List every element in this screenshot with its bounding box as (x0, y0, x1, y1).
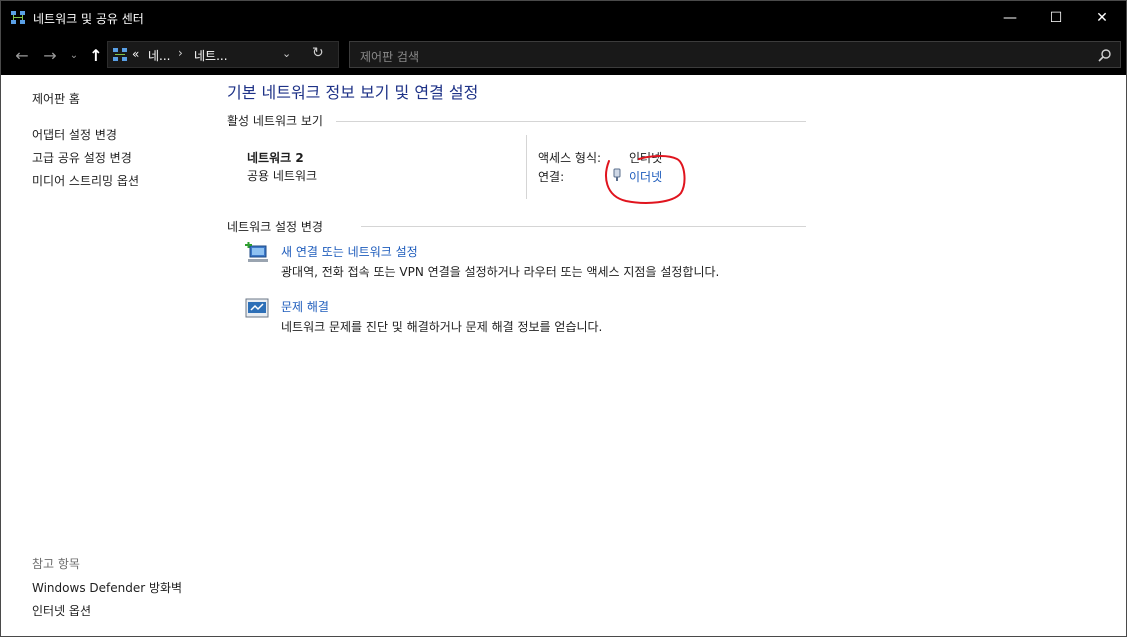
media-streaming-link[interactable]: 미디어 스트리밍 옵션 (32, 172, 139, 189)
breadcrumb-control-panel[interactable]: 네... (148, 47, 170, 64)
connection-label: 연결: (538, 170, 565, 184)
troubleshoot-description: 네트워크 문제를 진단 및 해결하거나 문제 해결 정보를 얻습니다. (281, 320, 603, 334)
network-name: 네트워크 2 (247, 151, 304, 165)
firewall-link[interactable]: Windows Defender 방화벽 (32, 579, 182, 596)
vertical-divider (526, 135, 527, 199)
recent-locations-button[interactable]: ⌄ (67, 44, 81, 66)
search-icon[interactable] (1098, 48, 1112, 62)
search-placeholder: 제어판 검색 (360, 50, 420, 64)
control-panel-home-link[interactable]: 제어판 홈 (32, 90, 80, 107)
new-connection-link[interactable]: 새 연결 또는 네트워크 설정 (281, 243, 418, 260)
forward-button[interactable]: → (39, 44, 61, 66)
active-networks-heading: 활성 네트워크 보기 (227, 114, 323, 128)
internet-options-link[interactable]: 인터넷 옵션 (32, 602, 91, 619)
network-sharing-center-window: 네트워크 및 공유 센터 — ☐ ✕ ← → ⌄ ↑ « 네... › 네트..… (0, 0, 1127, 637)
window-title: 네트워크 및 공유 센터 (33, 12, 144, 26)
access-type-value: 인터넷 (629, 151, 663, 165)
section-divider (361, 226, 806, 227)
up-button[interactable]: ↑ (85, 44, 107, 66)
section-divider (336, 121, 806, 122)
back-button[interactable]: ← (11, 44, 33, 66)
change-settings-heading: 네트워크 설정 변경 (227, 220, 323, 234)
adapter-settings-link[interactable]: 어댑터 설정 변경 (32, 126, 117, 143)
minimize-button[interactable]: — (987, 1, 1033, 35)
new-connection-description: 광대역, 전화 접속 또는 VPN 연결을 설정하거나 라우터 또는 액세스 지… (281, 265, 720, 279)
address-bar[interactable]: « 네... › 네트... ⌄ ↻ (107, 41, 339, 68)
ethernet-icon (613, 168, 621, 181)
address-overflow[interactable]: « (132, 47, 139, 61)
refresh-icon[interactable]: ↻ (312, 45, 324, 61)
navigation-bar: ← → ⌄ ↑ « 네... › 네트... ⌄ ↻ 제어판 검색 (1, 35, 1126, 75)
breadcrumb-separator[interactable]: › (178, 46, 183, 60)
close-button[interactable]: ✕ (1079, 1, 1125, 35)
network-icon (113, 48, 127, 61)
content-area: 제어판 홈 어댑터 설정 변경 고급 공유 설정 변경 미디어 스트리밍 옵션 … (1, 75, 1126, 636)
troubleshoot-link[interactable]: 문제 해결 (281, 298, 329, 315)
page-title: 기본 네트워크 정보 보기 및 연결 설정 (227, 83, 479, 102)
address-dropdown-icon[interactable]: ⌄ (282, 47, 291, 60)
new-connection-icon (245, 242, 268, 262)
maximize-button[interactable]: ☐ (1033, 1, 1079, 35)
title-bar[interactable]: 네트워크 및 공유 센터 — ☐ ✕ (1, 1, 1126, 35)
advanced-sharing-link[interactable]: 고급 공유 설정 변경 (32, 149, 132, 166)
search-input[interactable]: 제어판 검색 (349, 41, 1121, 68)
see-also-heading: 참고 항목 (32, 557, 80, 571)
ethernet-connection-link[interactable]: 이더넷 (629, 168, 662, 185)
network-icon (11, 11, 25, 24)
breadcrumb-network[interactable]: 네트... (194, 47, 228, 64)
access-type-label: 액세스 형식: (538, 151, 602, 165)
troubleshoot-icon (245, 298, 269, 318)
network-type: 공용 네트워크 (247, 169, 318, 183)
